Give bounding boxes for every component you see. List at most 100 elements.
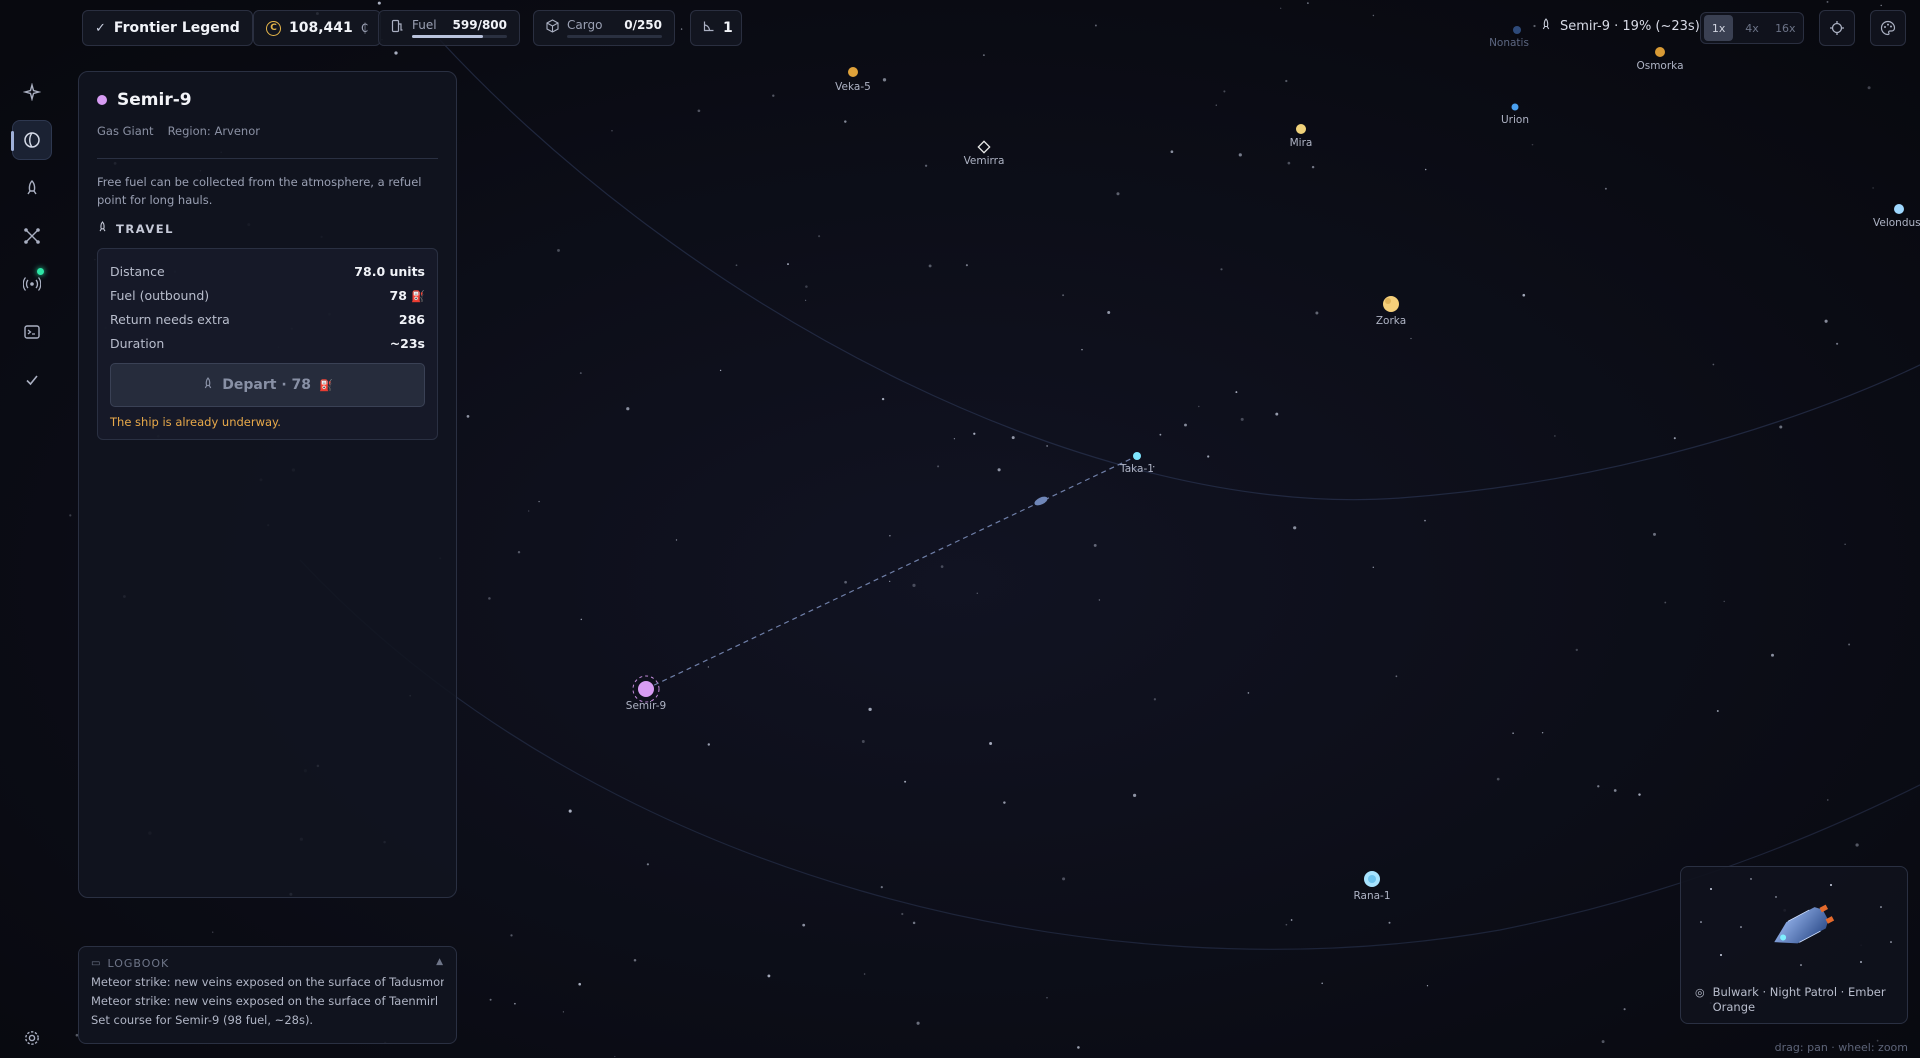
signal-icon[interactable] [12,264,52,304]
star [394,51,398,55]
star [579,372,582,375]
depart-button[interactable]: Depart · 78 ⛽ [110,363,425,407]
star [1824,319,1828,323]
ship-preview-card[interactable]: ◎ Bulwark · Night Patrol · Ember Orange [1680,866,1908,1024]
logbook-title: LOGBOOK [107,957,170,970]
fuel-pump-icon [391,19,404,37]
fuel-label: Fuel [412,18,437,32]
check-icon[interactable] [12,360,52,400]
logbook-title-wrap: ▭ LOGBOOK [91,957,169,970]
star [1673,437,1676,440]
star [1496,777,1500,781]
speed-selector: 1x 4x 16x [1700,12,1804,44]
divider [97,158,438,159]
rocket-icon[interactable] [12,168,52,208]
speed-4x[interactable]: 4x [1737,15,1766,41]
chevron-up-icon[interactable]: ▲ [436,957,444,970]
star [772,94,775,97]
star [1541,731,1544,734]
star [997,468,1001,472]
star [1826,0,1829,3]
network-icon[interactable] [12,216,52,256]
stat-label: Duration [110,335,165,351]
planet-description: Free fuel can be collected from the atmo… [97,175,422,207]
stat-row-return-extra: Return needs extra 286 [110,307,425,331]
palette-icon: ◎ [1695,986,1705,999]
stat-row-fuel-outbound: Fuel (outbound) 78 ⛽ [110,283,425,307]
fuel-value: 599/800 [452,18,507,32]
star [1855,843,1859,847]
notification-dot [37,268,44,275]
log-entry: Set course for Semir-9 (98 fuel, ~28s). [91,1013,314,1027]
star [1046,997,1048,999]
star [1779,425,1783,429]
star [1098,599,1101,601]
star [889,535,891,537]
credits-coin-icon: C [266,20,281,36]
speed-1x[interactable]: 1x [1704,15,1734,41]
planet-icon[interactable] [11,120,52,160]
star [953,438,956,440]
star [735,264,738,267]
star [1240,417,1244,421]
rank-badge[interactable]: ✓ Frontier Legend [82,10,253,46]
star [805,285,808,288]
star [1522,293,1526,297]
locate-crosshair-icon[interactable] [1819,10,1855,46]
star [1410,337,1412,340]
star [626,407,630,411]
star [1388,921,1391,924]
star [868,707,872,712]
star [538,500,540,503]
star [1653,532,1656,536]
level-display: 1 [690,10,742,46]
star [1426,985,1429,987]
cargo-label: Cargo [567,18,603,32]
star [1716,710,1719,712]
galaxy-icon[interactable] [12,72,52,112]
star [1223,90,1226,93]
palette-icon[interactable] [1870,10,1906,46]
star [1287,161,1291,165]
credits-display: C 108,441 ₵ [253,10,382,46]
star [1664,601,1667,604]
star [901,912,904,916]
speed-16x[interactable]: 16x [1771,15,1800,41]
planet-name: Semir-9 [117,90,192,110]
star [1848,643,1851,646]
logbook-header[interactable]: ▭ LOGBOOK ▲ [91,957,444,970]
star [916,1021,920,1025]
star [1638,793,1641,796]
star [1321,982,1323,985]
cargo-box-icon [546,19,559,37]
star [1723,600,1725,603]
planet-label: Osmorka [1636,60,1683,72]
star [863,973,866,975]
star [1293,526,1297,530]
star [1531,143,1534,146]
star [1153,698,1157,701]
star [1771,653,1774,657]
star [965,264,968,267]
planet-label: Zorka [1376,315,1406,327]
depart-label: Depart · 78 [222,377,312,393]
settings-gear-icon[interactable] [12,1022,52,1054]
star [844,120,847,123]
star [1880,4,1882,7]
planet-label: Urion [1501,114,1529,126]
star [1077,1046,1080,1049]
star [1597,785,1600,788]
underway-warning: The ship is already underway. [110,415,281,429]
star [562,1011,565,1013]
star [787,263,789,266]
terminal-icon[interactable] [12,312,52,352]
star [1395,675,1398,678]
star [1062,294,1065,297]
star [861,740,865,743]
planet-region: Region: Arvenor [167,124,260,138]
star [557,248,560,252]
star [1235,391,1238,394]
star [1836,342,1839,345]
star [1867,86,1871,90]
voyage-status: Semir-9 · 19% (~23s) [1540,18,1700,35]
